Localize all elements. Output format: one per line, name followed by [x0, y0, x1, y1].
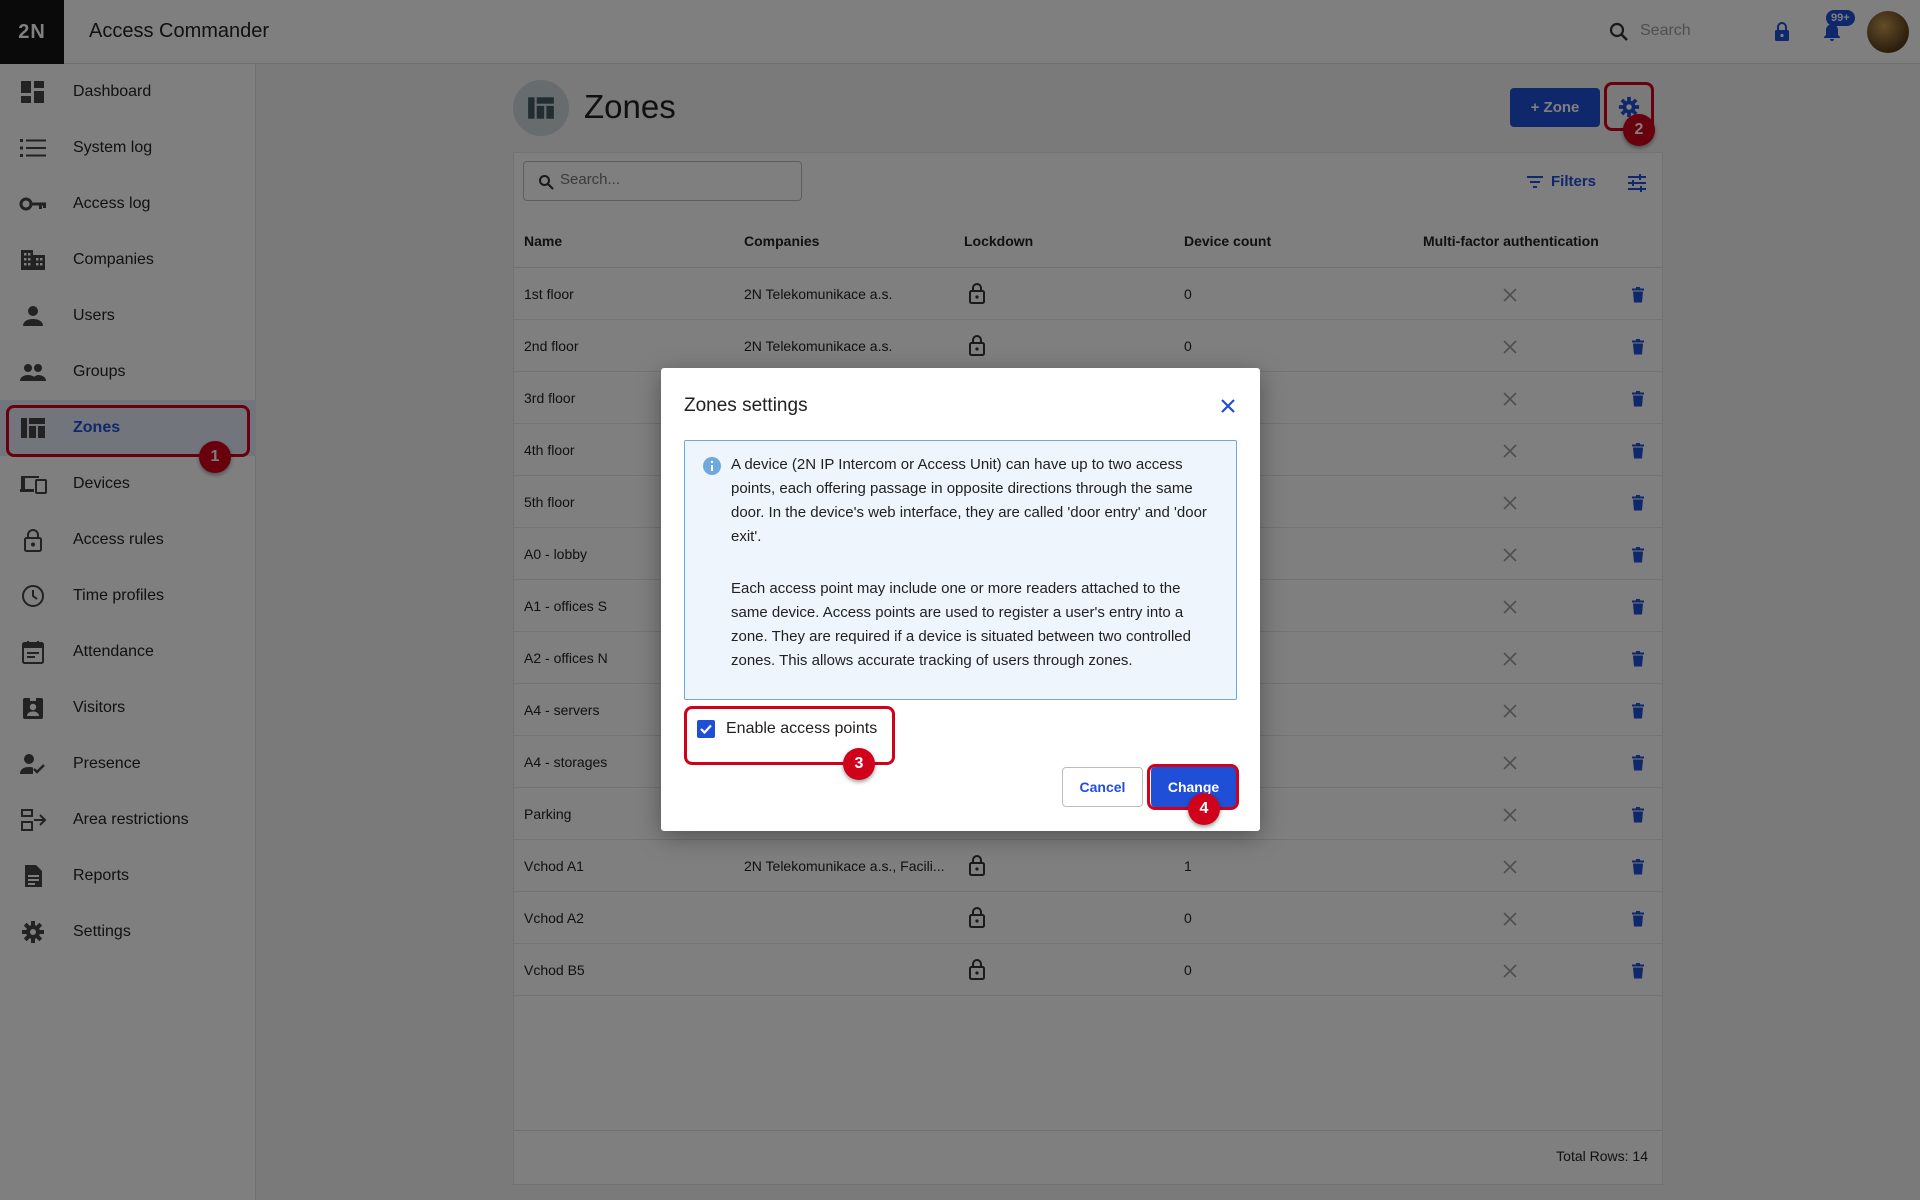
- info-icon: [703, 457, 721, 475]
- step-badge-4: 4: [1188, 793, 1220, 825]
- close-button[interactable]: [1216, 394, 1240, 418]
- info-paragraph-1: A device (2N IP Intercom or Access Unit)…: [731, 456, 1207, 545]
- dialog-title: Zones settings: [684, 395, 808, 416]
- info-paragraph-2: Each access point may include one or mor…: [731, 580, 1191, 669]
- step-badge-3: 3: [843, 748, 875, 780]
- info-box: A device (2N IP Intercom or Access Unit)…: [684, 440, 1237, 700]
- cancel-button[interactable]: Cancel: [1062, 767, 1143, 807]
- close-icon: [1221, 399, 1235, 413]
